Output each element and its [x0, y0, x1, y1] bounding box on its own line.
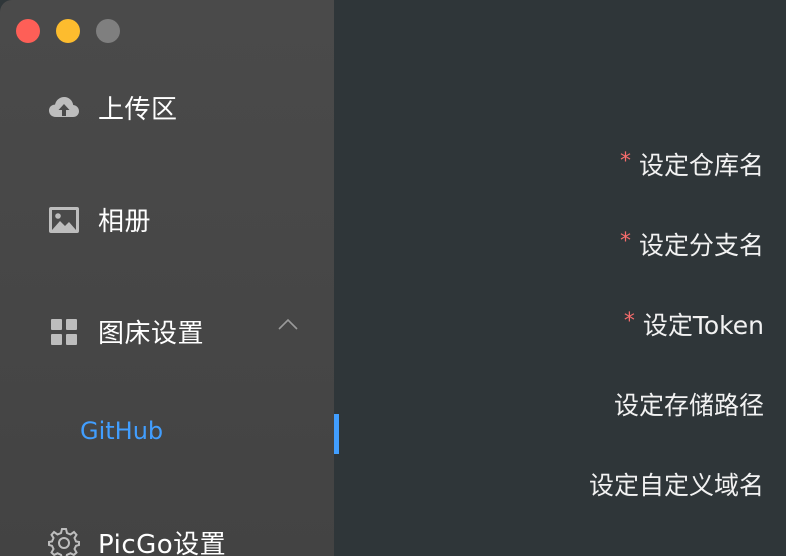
- required-marker: *: [619, 148, 631, 174]
- window-controls: [16, 19, 120, 43]
- sidebar-item-image-host-settings[interactable]: 图床设置: [48, 313, 204, 350]
- image-icon: [48, 204, 80, 236]
- required-marker: *: [623, 308, 635, 334]
- maximize-window-button[interactable]: [96, 19, 120, 43]
- sidebar: 上传区 相册 图床设置 GitHub PicGo设置: [0, 0, 334, 556]
- field-label-text: 设定仓库名: [638, 151, 764, 180]
- gear-icon: [48, 527, 80, 556]
- sidebar-subitem-github[interactable]: GitHub: [80, 417, 163, 445]
- active-indicator: [334, 414, 339, 454]
- minimize-window-button[interactable]: [56, 19, 80, 43]
- field-label-repo: * 设定仓库名: [620, 146, 764, 182]
- grid-icon: [48, 316, 80, 348]
- cloud-upload-icon: [48, 92, 80, 124]
- chevron-up-icon[interactable]: [276, 312, 300, 336]
- sidebar-item-upload[interactable]: 上传区: [48, 89, 178, 126]
- sidebar-item-label: 相册: [98, 207, 152, 237]
- main-panel: * 设定仓库名 * 设定分支名 * 设定Token 设定存储路径 设定自定义域名: [334, 0, 786, 556]
- sidebar-item-label: PicGo设置: [98, 530, 227, 556]
- sidebar-item-gallery[interactable]: 相册: [48, 201, 151, 238]
- field-label-text: 设定自定义域名: [588, 471, 764, 500]
- field-label-token: * 设定Token: [624, 306, 764, 342]
- required-marker: *: [619, 228, 631, 254]
- field-label-text: 设定分支名: [638, 231, 764, 260]
- sidebar-item-label: 上传区: [98, 95, 178, 125]
- sidebar-item-label: 图床设置: [98, 319, 205, 349]
- field-label-text: 设定Token: [642, 311, 764, 340]
- sidebar-item-picgo-settings[interactable]: PicGo设置: [48, 524, 226, 556]
- field-label-branch: * 设定分支名: [620, 226, 764, 262]
- field-label-path: 设定存储路径: [614, 386, 764, 422]
- close-window-button[interactable]: [16, 19, 40, 43]
- field-label-custom-domain: 设定自定义域名: [589, 466, 764, 502]
- field-label-text: 设定存储路径: [613, 391, 764, 420]
